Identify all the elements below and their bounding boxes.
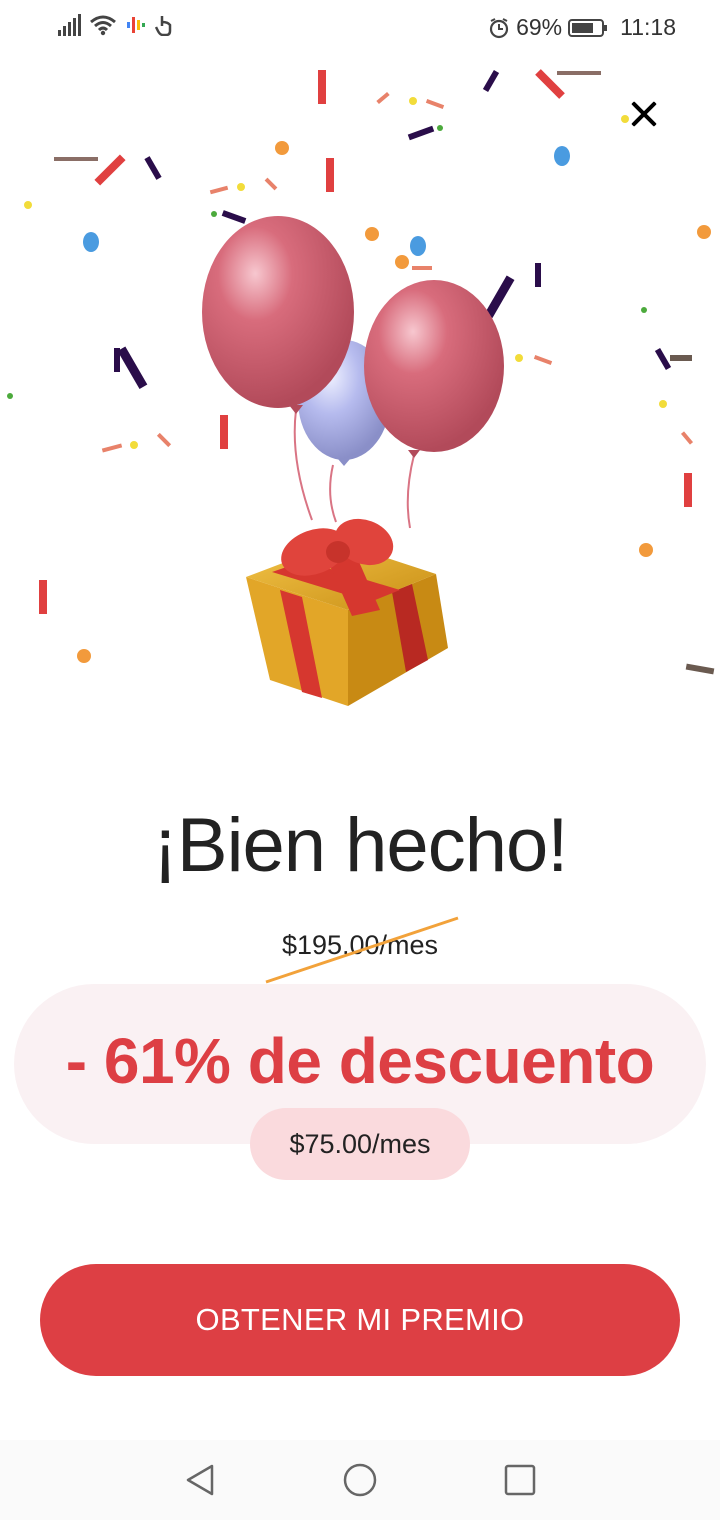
battery-icon	[568, 18, 608, 37]
discount-label: - 61% de descuento	[65, 1025, 655, 1097]
battery-percent: 69%	[516, 14, 563, 40]
podcast-icon	[127, 17, 145, 33]
touch-icon	[155, 16, 172, 36]
page-title: ¡Bien hecho!	[152, 803, 569, 888]
get-prize-button[interactable]: OBTENER MI PREMIO	[40, 1264, 680, 1376]
celebration-illustration	[7, 69, 715, 706]
signal-icon	[58, 14, 81, 36]
status-right: 69% 11:18	[488, 14, 676, 41]
wifi-icon	[90, 15, 116, 36]
back-icon[interactable]	[180, 1460, 220, 1500]
new-price-badge: $75.00/mes	[250, 1108, 470, 1180]
gift-box	[246, 518, 448, 706]
status-left	[58, 14, 175, 36]
recents-icon[interactable]	[500, 1460, 540, 1500]
system-navigation-bar	[0, 1440, 720, 1520]
strikethrough-line	[265, 916, 459, 984]
new-price: $75.00/mes	[289, 1128, 431, 1159]
alarm-icon	[489, 17, 509, 38]
status-bar: 69% 11:18	[0, 0, 720, 56]
home-icon[interactable]	[340, 1460, 380, 1500]
clock: 11:18	[620, 14, 676, 40]
balloons	[202, 216, 504, 466]
